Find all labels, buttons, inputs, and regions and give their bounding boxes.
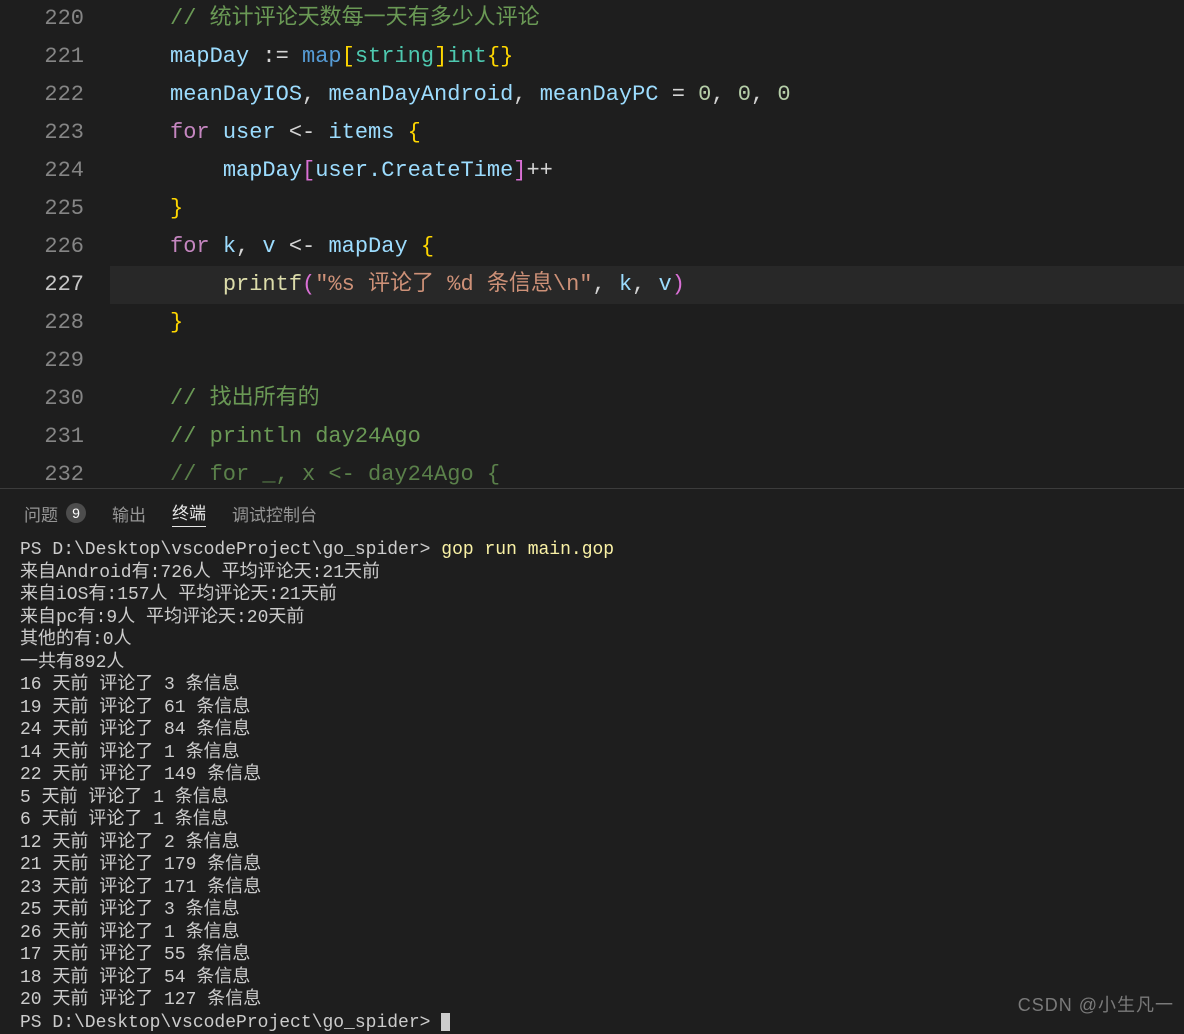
- terminal-line: 21 天前 评论了 179 条信息: [20, 854, 1164, 877]
- terminal-line: 来自iOS有:157人 平均评论天:21天前: [20, 584, 1164, 607]
- code-line[interactable]: for user <- items {: [110, 114, 1184, 152]
- code-line[interactable]: // 统计评论天数每一天有多少人评论: [110, 0, 1184, 38]
- tab-label: 问题: [24, 501, 58, 526]
- code-line[interactable]: mapDay := map[string]int{}: [110, 38, 1184, 76]
- terminal-line: 来自Android有:726人 平均评论天:21天前: [20, 562, 1164, 585]
- line-number-current: 227: [0, 266, 84, 304]
- terminal-line: 25 天前 评论了 3 条信息: [20, 899, 1164, 922]
- code-line[interactable]: for k, v <- mapDay {: [110, 228, 1184, 266]
- terminal-line: 其他的有:0人: [20, 629, 1164, 652]
- line-number: 230: [0, 380, 84, 418]
- terminal-cursor: [441, 1013, 450, 1031]
- terminal-prompt: PS D:\Desktop\vscodeProject\go_spider>: [20, 540, 441, 560]
- code-line[interactable]: }: [110, 190, 1184, 228]
- watermark: CSDN @小生凡一: [1018, 991, 1174, 1017]
- terminal-line: 20 天前 评论了 127 条信息: [20, 989, 1164, 1012]
- line-number: 224: [0, 152, 84, 190]
- code-line[interactable]: mapDay[user.CreateTime]++: [110, 152, 1184, 190]
- terminal-line: 24 天前 评论了 84 条信息: [20, 719, 1164, 742]
- tab-label: 终端: [172, 499, 206, 524]
- terminal-line: 23 天前 评论了 171 条信息: [20, 877, 1164, 900]
- code-line[interactable]: [110, 342, 1184, 380]
- terminal-line: 22 天前 评论了 149 条信息: [20, 764, 1164, 787]
- terminal-line: 12 天前 评论了 2 条信息: [20, 832, 1164, 855]
- problems-count-badge: 9: [66, 503, 86, 523]
- line-number: 231: [0, 418, 84, 456]
- line-number: 223: [0, 114, 84, 152]
- tab-label: 输出: [112, 501, 146, 526]
- tab-debug-console[interactable]: 调试控制台: [232, 501, 317, 526]
- line-number: 221: [0, 38, 84, 76]
- line-number: 225: [0, 190, 84, 228]
- line-number: 228: [0, 304, 84, 342]
- code-line[interactable]: // 找出所有的: [110, 380, 1184, 418]
- terminal-line: 14 天前 评论了 1 条信息: [20, 742, 1164, 765]
- bottom-panel: 问题 9 输出 终端 调试控制台 PS D:\Desktop\vscodePro…: [0, 488, 1184, 1034]
- terminal-output[interactable]: PS D:\Desktop\vscodeProject\go_spider> g…: [0, 535, 1184, 1034]
- line-number: 222: [0, 76, 84, 114]
- code-line[interactable]: // for _, x <- day24Ago {: [110, 456, 1184, 488]
- code-line[interactable]: meanDayIOS, meanDayAndroid, meanDayPC = …: [110, 76, 1184, 114]
- line-number-gutter: 220 221 222 223 224 225 226 227 228 229 …: [0, 0, 110, 488]
- line-number: 226: [0, 228, 84, 266]
- tab-output[interactable]: 输出: [112, 501, 146, 526]
- tab-problems[interactable]: 问题 9: [24, 501, 86, 526]
- tab-label: 调试控制台: [232, 501, 317, 526]
- tab-terminal[interactable]: 终端: [172, 499, 206, 527]
- code-line[interactable]: // println day24Ago: [110, 418, 1184, 456]
- panel-tabs: 问题 9 输出 终端 调试控制台: [0, 489, 1184, 535]
- code-line-current[interactable]: printf("%s 评论了 %d 条信息\n", k, v): [110, 266, 1184, 304]
- terminal-line: 一共有892人: [20, 652, 1164, 675]
- terminal-line: 17 天前 评论了 55 条信息: [20, 944, 1164, 967]
- code-content[interactable]: // 统计评论天数每一天有多少人评论 mapDay := map[string]…: [110, 0, 1184, 488]
- terminal-prompt: PS D:\Desktop\vscodeProject\go_spider>: [20, 1013, 441, 1033]
- code-editor[interactable]: 220 221 222 223 224 225 226 227 228 229 …: [0, 0, 1184, 488]
- line-number: 229: [0, 342, 84, 380]
- terminal-line: 18 天前 评论了 54 条信息: [20, 967, 1164, 990]
- terminal-line: 5 天前 评论了 1 条信息: [20, 787, 1164, 810]
- line-number: 220: [0, 0, 84, 38]
- terminal-line: 来自pc有:9人 平均评论天:20天前: [20, 607, 1164, 630]
- code-line[interactable]: }: [110, 304, 1184, 342]
- terminal-line: 26 天前 评论了 1 条信息: [20, 922, 1164, 945]
- terminal-line: 16 天前 评论了 3 条信息: [20, 674, 1164, 697]
- line-number: 232: [0, 456, 84, 488]
- terminal-command: gop run main.gop: [441, 540, 614, 560]
- terminal-line: 19 天前 评论了 61 条信息: [20, 697, 1164, 720]
- terminal-line: 6 天前 评论了 1 条信息: [20, 809, 1164, 832]
